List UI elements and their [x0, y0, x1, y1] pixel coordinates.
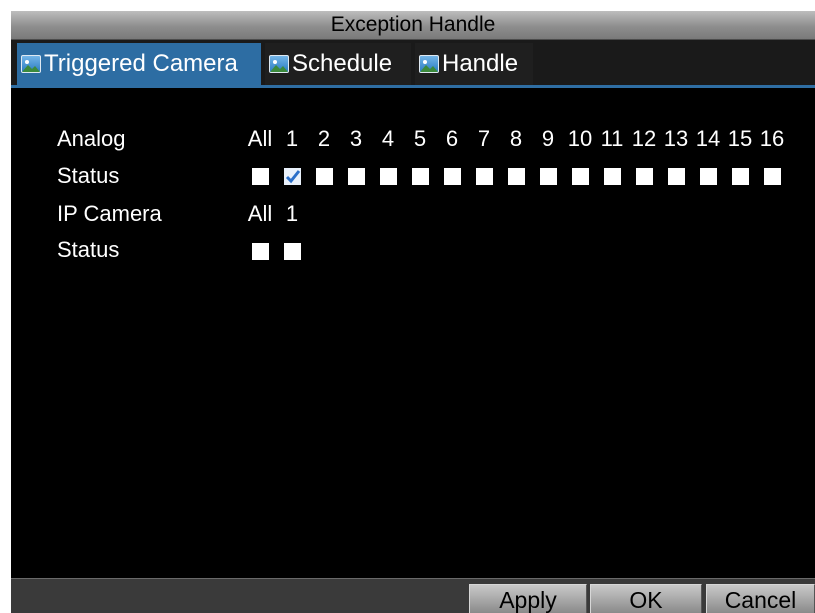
analog-column-6: 6: [445, 126, 459, 151]
ok-button[interactable]: OK: [590, 584, 702, 613]
analog-checkbox-7[interactable]: [476, 168, 493, 185]
analog-checkbox-10[interactable]: [572, 168, 589, 185]
analog-checkbox-4[interactable]: [380, 168, 397, 185]
analog-checkbox-2[interactable]: [316, 168, 333, 185]
camera-icon: [269, 55, 289, 73]
camera-icon: [419, 55, 439, 73]
triggered-camera-panel: Analog Status IP Camera Status All 1 2 3 4 5 6…: [11, 88, 815, 577]
analog-checkbox-9[interactable]: [540, 168, 557, 185]
tab-label: Triggered Camera: [44, 50, 238, 77]
analog-checkbox-16[interactable]: [764, 168, 781, 185]
analog-column-12: 12: [631, 126, 657, 151]
analog-column-16: 16: [759, 126, 785, 151]
ip-camera-status-label: Status: [57, 237, 120, 262]
analog-column-7: 7: [477, 126, 491, 151]
analog-status-label: Status: [57, 163, 120, 188]
ip-camera-checkbox-all[interactable]: [252, 243, 269, 260]
analog-checkbox-6[interactable]: [444, 168, 461, 185]
analog-label: Analog: [57, 126, 126, 151]
exception-handle-window: Exception Handle Triggered Camera Schedu…: [11, 11, 815, 613]
analog-column-8: 8: [509, 126, 523, 151]
analog-column-9: 9: [541, 126, 555, 151]
analog-checkbox-8[interactable]: [508, 168, 525, 185]
analog-column-14: 14: [695, 126, 721, 151]
camera-icon: [21, 55, 41, 73]
cancel-button[interactable]: Cancel: [706, 584, 815, 613]
analog-column-13: 13: [663, 126, 689, 151]
tab-label: Handle: [442, 50, 519, 77]
analog-checkbox-5[interactable]: [412, 168, 429, 185]
ip-camera-label: IP Camera: [57, 201, 162, 226]
analog-checkbox-14[interactable]: [700, 168, 717, 185]
tab-label: Schedule: [292, 50, 393, 77]
analog-column-11: 11: [600, 126, 624, 151]
analog-checkbox-all[interactable]: [252, 168, 269, 185]
window-title: Exception Handle: [11, 11, 815, 40]
analog-column-3: 3: [349, 126, 363, 151]
analog-checkbox-3[interactable]: [348, 168, 365, 185]
analog-checkbox-15[interactable]: [732, 168, 749, 185]
ip-camera-column-1: 1: [285, 201, 299, 226]
tab-triggered-camera[interactable]: Triggered Camera: [17, 43, 261, 85]
tab-handle[interactable]: Handle: [415, 43, 533, 85]
analog-checkbox-11[interactable]: [604, 168, 621, 185]
analog-checkbox-12[interactable]: [636, 168, 653, 185]
analog-checkbox-13[interactable]: [668, 168, 685, 185]
analog-checkbox-1[interactable]: [284, 168, 301, 185]
apply-button[interactable]: Apply: [469, 584, 587, 613]
analog-column-1: 1: [285, 126, 299, 151]
analog-column-15: 15: [727, 126, 753, 151]
analog-column-4: 4: [381, 126, 395, 151]
analog-column-10: 10: [567, 126, 593, 151]
tab-bar: Triggered Camera Schedule Handle: [11, 40, 815, 88]
ip-camera-checkbox-1[interactable]: [284, 243, 301, 260]
footer-bar: Apply OK Cancel: [11, 578, 815, 613]
ip-camera-column-all: All: [247, 201, 273, 226]
analog-column-5: 5: [413, 126, 427, 151]
tab-schedule[interactable]: Schedule: [265, 43, 411, 85]
analog-column-all: All: [247, 126, 273, 151]
analog-column-2: 2: [317, 126, 331, 151]
